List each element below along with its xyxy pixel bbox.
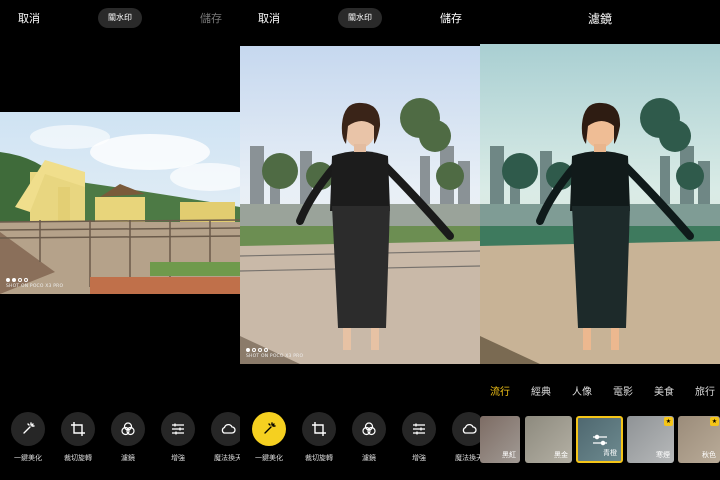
tab-popular[interactable]: 流行 [490, 383, 510, 398]
filter-thumb-autumn[interactable]: ★ 秋色 [678, 416, 720, 463]
watermark-toggle-button[interactable]: 關水印 [98, 8, 142, 28]
filter-label: 黑紅 [502, 451, 516, 459]
filter-circles-icon [121, 422, 135, 436]
photo-preview[interactable]: SHOT ON POCO X3 PRO [0, 112, 240, 294]
photo-watermark: SHOT ON POCO X3 PRO [246, 348, 303, 359]
top-bar: 取消 關水印 儲存 [240, 0, 480, 38]
filter-label: 黑金 [554, 451, 568, 459]
editor-screen-original: 取消 關水印 儲存 SHOT ON POCO X3 PRO 一鍵美化 裁切旋轉 … [0, 0, 240, 480]
cancel-button[interactable]: 取消 [258, 10, 280, 26]
page-title: 濾鏡 [587, 12, 612, 26]
cloud-icon [462, 423, 477, 434]
tool-magic-sky[interactable]: 魔法換天 [446, 412, 480, 463]
filter-thumb-cold-smoke[interactable]: ★ 寒煙 [627, 416, 674, 463]
tool-bar: 一鍵美化 裁切旋轉 濾鏡 增強 魔法換天 [240, 412, 480, 480]
filter-label: 秋色 [702, 451, 716, 459]
filter-screen: 濾鏡 流行 經典 人像 電影 美食 旅行 黑紅 黑金 青橙 ★ 寒煙 ★ 秋色 [480, 0, 720, 480]
top-bar: 取消 關水印 儲存 [0, 0, 240, 38]
cancel-button[interactable]: 取消 [18, 10, 40, 26]
tool-label: 濾鏡 [121, 454, 135, 462]
tool-label: 濾鏡 [362, 454, 376, 462]
editor-screen-beautified: 取消 關水印 儲存 SHOT ON POCO X3 PRO 一鍵美化 裁切旋轉 … [240, 0, 480, 480]
tab-food[interactable]: 美食 [654, 383, 674, 398]
tool-enhance[interactable]: 增強 [396, 412, 442, 463]
tab-travel[interactable]: 旅行 [695, 383, 715, 398]
building-photo [0, 112, 240, 294]
magic-wand-icon [23, 422, 35, 434]
sliders-icon [172, 423, 184, 435]
magic-wand-icon [264, 422, 276, 434]
sliders-icon [413, 423, 425, 435]
cloud-icon [221, 423, 236, 434]
filter-thumb-teal-orange[interactable]: 青橙 [576, 416, 623, 463]
filter-thumbnail-strip: 黑紅 黑金 青橙 ★ 寒煙 ★ 秋色 [480, 416, 720, 466]
tab-film[interactable]: 電影 [613, 383, 633, 398]
filter-category-tabs: 流行 經典 人像 電影 美食 旅行 [480, 383, 720, 399]
tool-crop-rotate[interactable]: 裁切旋轉 [296, 412, 342, 463]
tool-bar: 一鍵美化 裁切旋轉 濾鏡 增強 魔法換天 [0, 412, 240, 480]
top-bar: 濾鏡 [480, 0, 720, 38]
portrait-photo [240, 46, 480, 364]
tab-classic[interactable]: 經典 [531, 383, 551, 398]
app-root: 取消 關水印 儲存 SHOT ON POCO X3 PRO 一鍵美化 裁切旋轉 … [0, 0, 720, 480]
photo-watermark: SHOT ON POCO X3 PRO [6, 278, 63, 289]
filter-thumb-black-red[interactable]: 黑紅 [480, 416, 520, 463]
filter-label: 寒煙 [656, 451, 670, 459]
tool-label: 魔法換天 [455, 454, 480, 462]
tool-label: 裁切旋轉 [64, 454, 92, 462]
crop-icon [71, 422, 85, 436]
tool-magic-sky[interactable]: 魔法換天 [205, 412, 240, 463]
premium-badge-icon: ★ [710, 417, 719, 426]
tool-label: 一鍵美化 [255, 454, 283, 462]
tool-filter[interactable]: 濾鏡 [105, 412, 151, 463]
tool-label: 裁切旋轉 [305, 454, 333, 462]
tool-auto-beautify[interactable]: 一鍵美化 [5, 412, 51, 463]
filter-label: 青橙 [603, 449, 617, 457]
premium-badge-icon: ★ [664, 417, 673, 426]
save-button[interactable]: 儲存 [200, 10, 222, 26]
photo-preview[interactable] [480, 44, 720, 364]
watermark-toggle-button[interactable]: 關水印 [338, 8, 382, 28]
tool-label: 魔法換天 [214, 454, 240, 462]
filter-thumb-black-gold[interactable]: 黑金 [525, 416, 572, 463]
tab-portrait[interactable]: 人像 [572, 383, 592, 398]
save-button[interactable]: 儲存 [440, 10, 462, 26]
tool-auto-beautify[interactable]: 一鍵美化 [246, 412, 292, 463]
photo-preview[interactable]: SHOT ON POCO X3 PRO [240, 46, 480, 364]
tool-label: 增強 [412, 454, 426, 462]
adjust-sliders-icon [592, 434, 607, 445]
portrait-photo-filtered [480, 44, 720, 364]
crop-icon [312, 422, 326, 436]
filter-circles-icon [362, 422, 376, 436]
tool-filter[interactable]: 濾鏡 [346, 412, 392, 463]
tool-enhance[interactable]: 增強 [155, 412, 201, 463]
tool-label: 增強 [171, 454, 185, 462]
tool-label: 一鍵美化 [14, 454, 42, 462]
tool-crop-rotate[interactable]: 裁切旋轉 [55, 412, 101, 463]
